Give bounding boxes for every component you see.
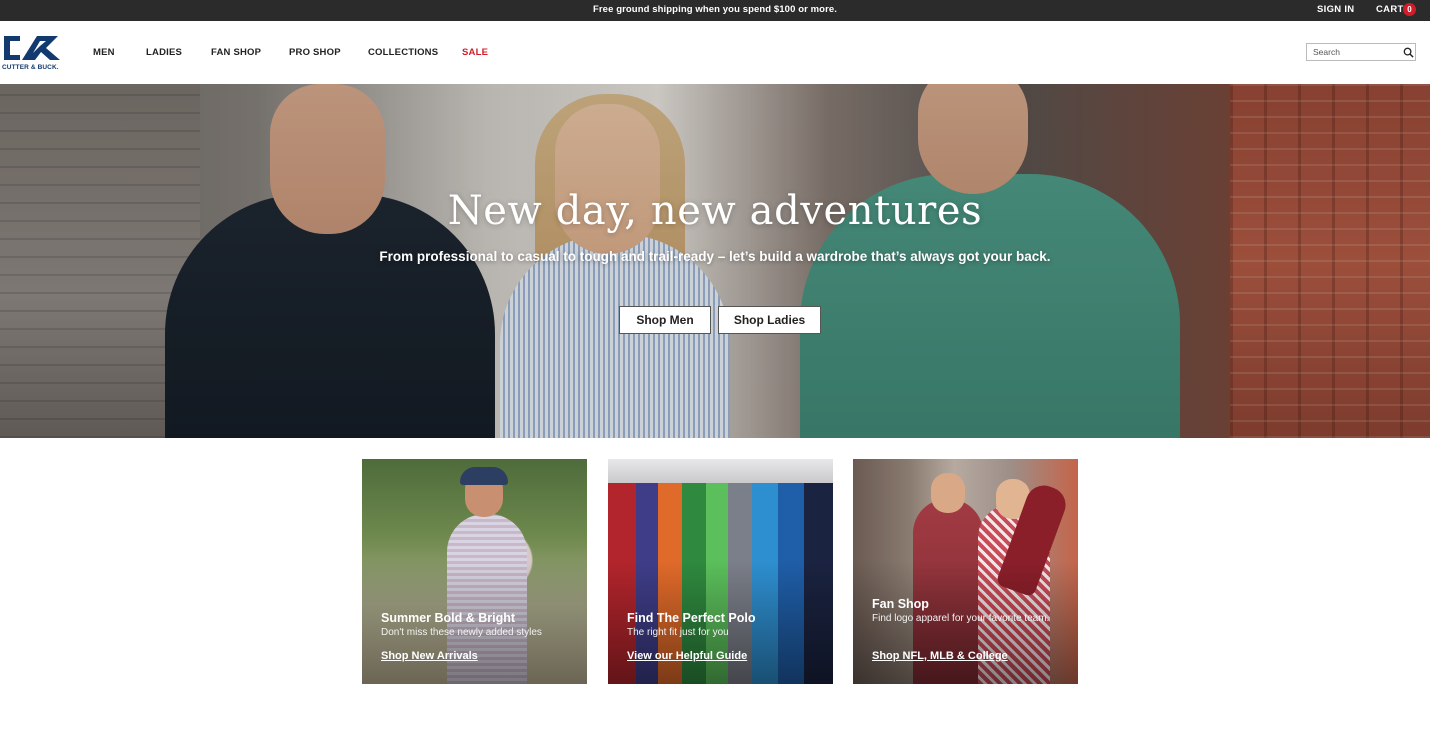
nav-ladies[interactable]: LADIES [146, 47, 182, 58]
card-title: Summer Bold & Bright [381, 611, 516, 625]
nav-collections[interactable]: COLLECTIONS [368, 47, 438, 58]
search-icon[interactable] [1403, 47, 1414, 58]
nav-fan-shop[interactable]: FAN SHOP [211, 47, 261, 58]
feature-card-fan-shop[interactable]: Fan Shop Find logo apparel for your favo… [853, 459, 1078, 684]
site-header: CUTTER & BUCK. MEN LADIES FAN SHOP PRO S… [0, 21, 1430, 84]
cb-logo-mark-icon [4, 36, 60, 60]
card-description: Find logo apparel for your favorite team… [872, 613, 1050, 624]
shop-new-arrivals-link[interactable]: Shop New Arrivals [381, 650, 478, 662]
card-title: Find The Perfect Polo [627, 611, 756, 625]
card-title: Fan Shop [872, 597, 929, 611]
feature-card-summer[interactable]: Summer Bold & Bright Don't miss these ne… [362, 459, 587, 684]
nav-pro-shop[interactable]: PRO SHOP [289, 47, 341, 58]
announcement-bar: Free ground shipping when you spend $100… [0, 0, 1430, 21]
hero-banner: New day, new adventures From professiona… [0, 84, 1430, 438]
hero-subtitle: From professional to casual to tough and… [379, 249, 1051, 264]
cart-count-badge[interactable]: 0 [1403, 3, 1416, 16]
hero-title: New day, new adventures [447, 188, 983, 234]
search-input[interactable] [1307, 44, 1399, 60]
card-description: Don't miss these newly added styles [381, 627, 542, 638]
shipping-promo: Free ground shipping when you spend $100… [592, 4, 838, 15]
cart-link[interactable]: CART [1376, 4, 1404, 15]
view-helpful-guide-link[interactable]: View our Helpful Guide [627, 650, 747, 662]
brand-logo-text: CUTTER & BUCK. [2, 64, 59, 71]
shop-nfl-mlb-college-link[interactable]: Shop NFL, MLB & College [872, 650, 1008, 662]
shop-men-button[interactable]: Shop Men [619, 306, 711, 334]
brand-logo[interactable]: CUTTER & BUCK. [2, 32, 62, 72]
nav-men[interactable]: MEN [93, 47, 115, 58]
sign-in-link[interactable]: SIGN IN [1317, 4, 1354, 15]
shop-ladies-button[interactable]: Shop Ladies [718, 306, 821, 334]
search-box [1306, 43, 1416, 61]
feature-card-polo[interactable]: Find The Perfect Polo The right fit just… [608, 459, 833, 684]
card-description: The right fit just for you [627, 627, 729, 638]
nav-sale[interactable]: SALE [462, 47, 488, 58]
